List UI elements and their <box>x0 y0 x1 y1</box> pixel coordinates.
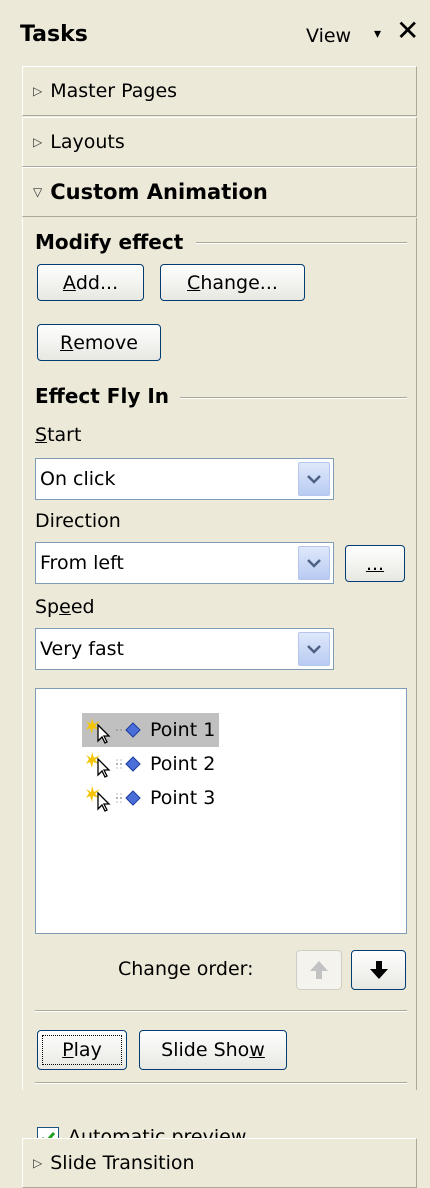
list-item[interactable]: Point 3 <box>82 781 219 815</box>
list-item[interactable]: Point 1 <box>82 713 220 747</box>
collapse-triangle-icon: ▽ <box>33 185 43 199</box>
section-master-pages[interactable]: ▷ Master Pages <box>22 66 417 116</box>
on-click-fly-in-icon <box>86 718 141 744</box>
start-value: On click <box>40 468 116 490</box>
remove-effect-button[interactable]: Remove <box>37 324 161 361</box>
arrow-down-icon <box>369 961 388 979</box>
section-layouts[interactable]: ▷ Layouts <box>22 117 417 167</box>
direction-label: Direction <box>35 510 121 532</box>
section-label: Custom Animation <box>50 180 268 204</box>
direction-select[interactable]: From left <box>35 542 334 584</box>
section-custom-animation[interactable]: ▽ Custom Animation <box>22 167 417 217</box>
section-label: Slide Transition <box>50 1152 195 1174</box>
on-click-fly-in-icon <box>86 752 141 778</box>
direction-value: From left <box>40 552 124 574</box>
slide-show-button[interactable]: Slide Sho w <box>139 1030 287 1070</box>
chevron-down-icon[interactable] <box>298 632 330 666</box>
effect-list[interactable]: Point 1 Point 2 Point 3 <box>35 688 407 934</box>
divider <box>35 1082 407 1084</box>
start-select[interactable]: On click <box>35 458 334 500</box>
chevron-down-icon[interactable] <box>298 462 330 496</box>
effect-item-label: Point 1 <box>150 719 216 741</box>
change-effect-button[interactable]: Change... <box>160 264 305 301</box>
modify-effect-heading: Modify effect <box>35 230 184 254</box>
divider <box>180 397 407 399</box>
start-label: Start <box>35 424 82 446</box>
view-dropdown-icon[interactable]: ▾ <box>374 26 381 42</box>
section-label: Master Pages <box>50 80 178 102</box>
expand-triangle-icon: ▷ <box>33 135 43 149</box>
move-down-button[interactable] <box>351 950 406 990</box>
change-order-label: Change order: <box>118 958 254 980</box>
speed-label: Speed <box>35 596 95 618</box>
expand-triangle-icon: ▷ <box>33 1156 43 1170</box>
list-item[interactable]: Point 2 <box>82 747 219 781</box>
expand-triangle-icon: ▷ <box>33 84 43 98</box>
close-icon[interactable]: ✕ <box>396 17 419 45</box>
effect-item-label: Point 3 <box>150 787 216 809</box>
effect-heading: Effect Fly In <box>35 384 170 408</box>
pane-title: Tasks <box>20 22 88 47</box>
add-effect-button[interactable]: Add... <box>37 264 144 301</box>
divider <box>196 242 407 244</box>
section-slide-transition[interactable]: ▷ Slide Transition <box>22 1138 417 1188</box>
on-click-fly-in-icon <box>86 786 141 812</box>
divider <box>35 1010 407 1012</box>
speed-value: Very fast <box>40 638 124 660</box>
view-menu-button[interactable]: View <box>306 25 351 47</box>
effect-options-button[interactable]: ... <box>345 545 405 582</box>
play-button[interactable]: Play <box>37 1030 127 1070</box>
speed-select[interactable]: Very fast <box>35 628 334 670</box>
effect-item-label: Point 2 <box>150 753 216 775</box>
section-label: Layouts <box>50 131 125 153</box>
chevron-down-icon[interactable] <box>298 546 330 580</box>
arrow-up-icon <box>310 961 328 979</box>
move-up-button[interactable] <box>296 950 342 990</box>
